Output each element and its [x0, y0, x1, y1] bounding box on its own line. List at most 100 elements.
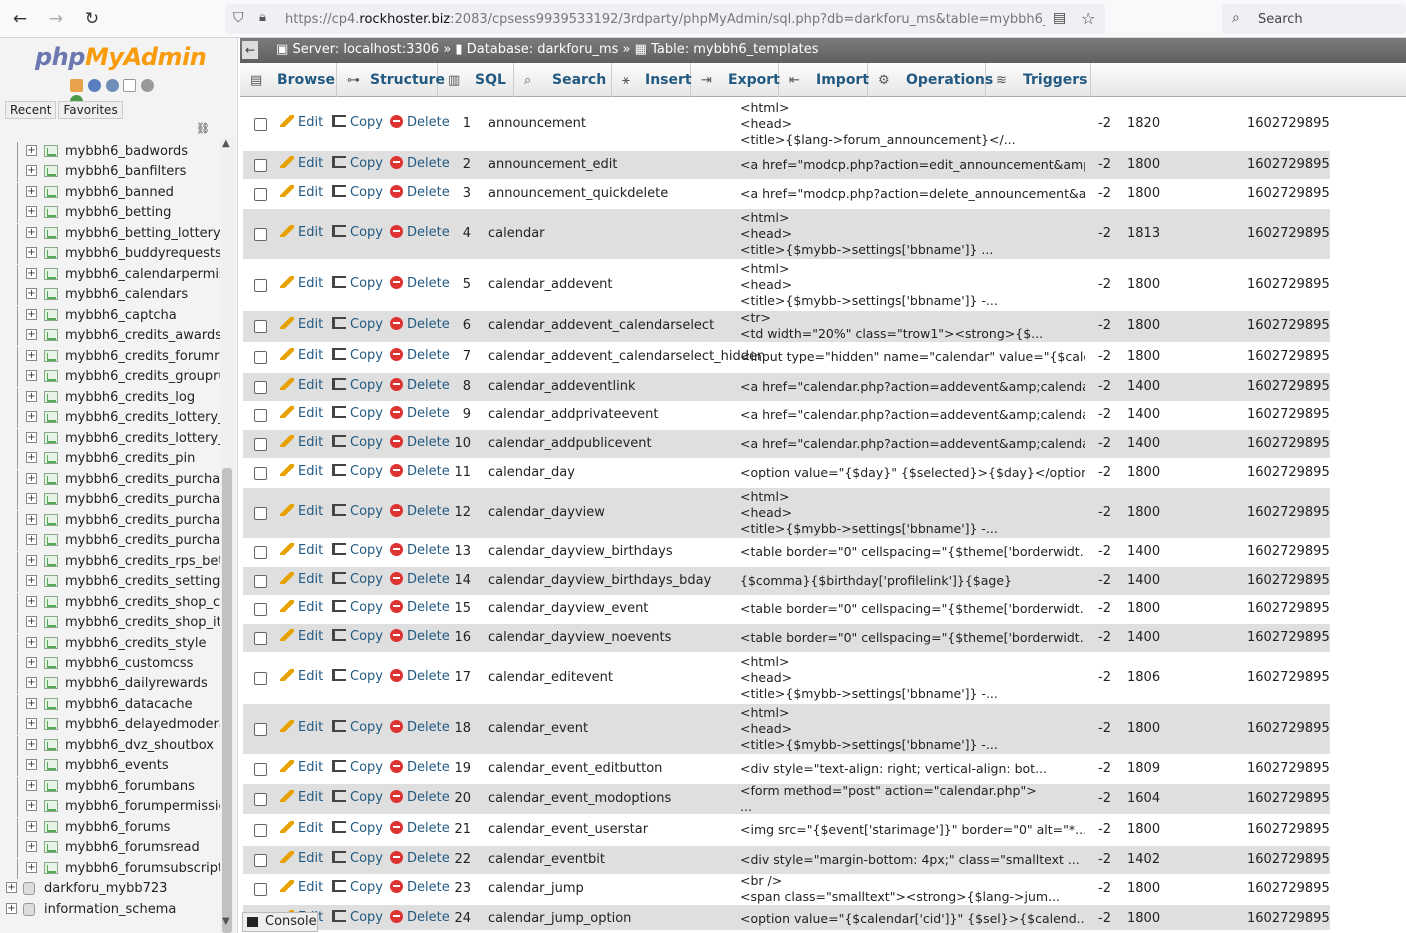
sidebar-table-name[interactable]: mybbh6_events — [65, 758, 169, 773]
sidebar-table-name[interactable]: mybbh6_credits_log — [65, 390, 195, 405]
sidebar-table-item[interactable]: + mybbh6_delayedmoderatio — [0, 715, 220, 736]
expand-plus-icon[interactable]: + — [26, 697, 37, 709]
sidebar-table-item[interactable]: + mybbh6_dailyrewards — [0, 674, 220, 695]
tab-triggers[interactable]: ≋ Triggers — [986, 63, 1091, 97]
delete-button[interactable]: Delete — [390, 820, 450, 836]
edit-button[interactable]: Edit — [280, 317, 323, 332]
row-checkbox[interactable] — [254, 158, 267, 172]
sidebar-table-name[interactable]: mybbh6_forumbans — [65, 779, 195, 794]
expand-plus-icon[interactable]: + — [26, 308, 37, 320]
edit-button[interactable]: Edit — [280, 463, 323, 479]
expand-plus-icon[interactable]: + — [26, 636, 37, 648]
copy-button[interactable]: Copy — [332, 377, 383, 393]
sidebar-table-item[interactable]: + mybbh6_captcha — [0, 305, 220, 326]
row-checkbox[interactable] — [254, 506, 267, 520]
sidebar-table-name[interactable]: mybbh6_credits_awards — [65, 328, 220, 343]
delete-button[interactable]: Delete — [390, 719, 450, 735]
sidebar-table-name[interactable]: mybbh6_datacache — [65, 697, 193, 712]
edit-button[interactable]: Edit — [280, 115, 323, 130]
expand-plus-icon[interactable]: + — [26, 575, 37, 587]
expand-plus-icon[interactable]: + — [26, 247, 37, 259]
lock-icon[interactable]: 🔒︎ — [259, 10, 266, 25]
sidebar-table-item[interactable]: + mybbh6_credits_grouprules — [0, 367, 220, 388]
sidebar-table-name[interactable]: mybbh6_credits_lottery_te — [65, 410, 220, 425]
tab-search[interactable]: ⌕ Search — [514, 63, 612, 97]
delete-button[interactable]: Delete — [390, 348, 450, 363]
copy-button[interactable]: Copy — [332, 434, 383, 450]
sidebar-table-item[interactable]: + mybbh6_credits_purchase — [0, 531, 220, 552]
delete-button[interactable]: Delete — [390, 543, 450, 558]
shield-icon[interactable]: ⛉ — [233, 10, 244, 26]
sidebar-table-name[interactable]: mybbh6_credits_shop_cate — [65, 595, 220, 610]
row-checkbox[interactable] — [254, 722, 267, 736]
expand-plus-icon[interactable]: + — [26, 145, 37, 156]
sidebar-table-item[interactable]: + mybbh6_dvz_shoutbox — [0, 735, 220, 756]
sidebar-database-item[interactable]: + information_schema — [0, 900, 220, 920]
delete-button[interactable]: Delete — [390, 377, 450, 393]
row-checkbox[interactable] — [254, 603, 267, 616]
expand-plus-icon[interactable]: + — [26, 452, 37, 464]
sidebar-table-name[interactable]: mybbh6_credits_purchase — [65, 492, 220, 507]
row-checkbox[interactable] — [254, 546, 267, 559]
sidebar-table-name[interactable]: mybbh6_forums — [65, 820, 170, 835]
sidebar-table-name[interactable]: mybbh6_credits_lottery_tic — [65, 431, 220, 446]
expand-plus-icon[interactable]: + — [26, 349, 37, 361]
delete-button[interactable]: Delete — [390, 406, 450, 421]
forward-arrow-icon[interactable]: → — [44, 7, 68, 31]
sidebar-table-item[interactable]: + mybbh6_forumsubscription — [0, 858, 220, 879]
expand-plus-icon[interactable]: + — [26, 841, 37, 853]
sidebar-table-item[interactable]: + mybbh6_betting_lottery — [0, 223, 220, 244]
delete-button[interactable]: Delete — [390, 434, 450, 450]
sidebar-table-item[interactable]: + mybbh6_credits_purchase — [0, 469, 220, 490]
edit-button[interactable]: Edit — [280, 377, 323, 393]
tab-sql[interactable]: ▥ SQL — [438, 63, 514, 97]
sidebar-table-name[interactable]: mybbh6_credits_style — [65, 636, 206, 651]
delete-button[interactable]: Delete — [390, 850, 450, 866]
sidebar-table-name[interactable]: mybbh6_credits_forumrules — [65, 349, 220, 364]
sidebar-table-item[interactable]: + mybbh6_credits_shop_item — [0, 613, 220, 634]
expand-plus-icon[interactable]: + — [26, 718, 37, 730]
copy-button[interactable]: Copy — [332, 503, 383, 519]
sidebar-table-item[interactable]: + mybbh6_credits_style — [0, 633, 220, 654]
delete-button[interactable]: Delete — [390, 668, 450, 684]
sidebar-table-item[interactable]: + mybbh6_credits_purchase — [0, 510, 220, 531]
edit-button[interactable]: Edit — [280, 820, 323, 836]
edit-button[interactable]: Edit — [280, 224, 323, 240]
copy-button[interactable]: Copy — [332, 668, 383, 684]
sidebar-table-name[interactable]: mybbh6_credits_pin — [65, 451, 195, 466]
edit-button[interactable]: Edit — [280, 503, 323, 519]
row-checkbox[interactable] — [254, 762, 267, 776]
recent-button[interactable]: Recent — [5, 101, 57, 119]
sidebar-table-name[interactable]: mybbh6_forumsread — [65, 840, 200, 855]
row-checkbox[interactable] — [254, 278, 267, 292]
address-bar[interactable]: ⛉ 🔒︎ https://cp4.rockhoster.biz:2083/cps… — [225, 4, 1105, 34]
edit-button[interactable]: Edit — [280, 880, 323, 895]
logout-icon[interactable] — [87, 79, 101, 92]
copy-button[interactable]: Copy — [332, 850, 383, 866]
row-checkbox[interactable] — [254, 631, 267, 645]
sidebar-table-name[interactable]: mybbh6_forumpermissions — [65, 799, 220, 814]
row-checkbox[interactable] — [254, 466, 267, 480]
delete-button[interactable]: Delete — [390, 789, 450, 805]
copy-button[interactable]: Copy — [332, 880, 383, 895]
edit-button[interactable]: Edit — [280, 434, 323, 450]
expand-plus-icon[interactable]: + — [26, 390, 37, 402]
sidebar-table-item[interactable]: + mybbh6_forums — [0, 817, 220, 838]
sidebar-table-item[interactable]: + mybbh6_calendarpermissic — [0, 264, 220, 285]
main-scrollbar[interactable] — [1390, 97, 1406, 930]
expand-plus-icon[interactable]: + — [26, 513, 37, 525]
copy-button[interactable]: Copy — [332, 224, 383, 240]
edit-button[interactable]: Edit — [280, 628, 323, 644]
delete-button[interactable]: Delete — [390, 155, 450, 171]
delete-button[interactable]: Delete — [390, 628, 450, 644]
sidebar-table-item[interactable]: + mybbh6_buddyrequests — [0, 244, 220, 265]
sidebar-table-item[interactable]: + mybbh6_credits_awards — [0, 326, 220, 347]
edit-button[interactable]: Edit — [280, 348, 323, 363]
sidebar-table-name[interactable]: mybbh6_delayedmoderatio — [65, 717, 220, 732]
copy-button[interactable]: Copy — [332, 719, 383, 735]
copy-button[interactable]: Copy — [332, 543, 383, 558]
sidebar-table-name[interactable]: mybbh6_buddyrequests — [65, 246, 220, 261]
copy-button[interactable]: Copy — [332, 184, 383, 200]
row-checkbox[interactable] — [254, 823, 267, 837]
expand-plus-icon[interactable]: + — [26, 493, 37, 505]
